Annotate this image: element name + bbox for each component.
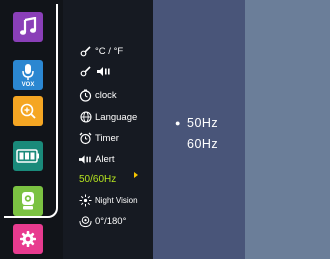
menu-item-camera-rotation[interactable]: 0°/180° bbox=[79, 214, 126, 228]
settings-app-button[interactable] bbox=[13, 224, 43, 254]
option-50hz[interactable]: ● 50Hz bbox=[175, 116, 219, 130]
menu-item-temperature-unit[interactable]: °C / °F bbox=[79, 44, 123, 58]
option-60hz[interactable]: 60Hz bbox=[187, 137, 218, 151]
menu-item-night-vision[interactable]: Night Vision bbox=[79, 193, 138, 207]
menu-item-label: Alert bbox=[95, 153, 115, 165]
battery-app-button[interactable] bbox=[13, 141, 43, 171]
menu-item-label: clock bbox=[95, 89, 117, 101]
camera-app-button[interactable] bbox=[13, 186, 43, 216]
selected-bullet-icon: ● bbox=[175, 118, 181, 128]
vox-app-button[interactable]: VOX bbox=[13, 60, 43, 90]
menu-item-label: 0°/180° bbox=[95, 215, 127, 227]
vox-label: VOX bbox=[21, 82, 35, 88]
gear-icon bbox=[20, 231, 36, 247]
settings-menu: °C / °F clock Language Timer Alert 50/60… bbox=[63, 0, 153, 259]
thermometer-sound-icon bbox=[79, 65, 92, 78]
menu-item-label: °C / °F bbox=[95, 45, 124, 57]
music-note-icon bbox=[20, 17, 37, 35]
menu-item-label: Timer bbox=[95, 132, 119, 144]
microphone-icon bbox=[22, 64, 34, 80]
menu-item-clock[interactable]: clock bbox=[79, 88, 117, 102]
battery-icon bbox=[16, 149, 39, 163]
clock-icon bbox=[79, 89, 92, 102]
globe-icon bbox=[79, 111, 92, 124]
speaker-icon bbox=[79, 153, 92, 166]
menu-item-label: 50/60Hz bbox=[79, 173, 117, 185]
menu-item-temperature-sound[interactable] bbox=[79, 64, 111, 78]
menu-item-label: Language bbox=[95, 111, 138, 123]
monitor-screen: VOX °C / °F clock Language Timer Alert 5… bbox=[0, 0, 330, 259]
menu-item-language[interactable]: Language bbox=[79, 110, 137, 124]
empty-side-panel bbox=[245, 0, 330, 259]
option-label: 60Hz bbox=[187, 137, 219, 151]
menu-item-label: Night Vision bbox=[95, 195, 138, 205]
zoom-in-icon bbox=[20, 103, 36, 119]
thermometer-icon bbox=[79, 45, 92, 58]
music-app-button[interactable] bbox=[13, 12, 43, 42]
night-vision-icon bbox=[79, 194, 92, 207]
menu-item-frequency[interactable]: 50/60Hz bbox=[79, 172, 116, 186]
alarm-icon bbox=[79, 132, 92, 145]
app-sidebar: VOX bbox=[0, 0, 63, 259]
zoom-app-button[interactable] bbox=[13, 96, 43, 126]
speaker-icon bbox=[97, 66, 111, 76]
baby-camera-icon bbox=[22, 192, 34, 210]
rotate-camera-icon bbox=[79, 215, 92, 228]
menu-item-timer[interactable]: Timer bbox=[79, 131, 119, 145]
selection-arrow-icon bbox=[134, 172, 138, 178]
option-label: 50Hz bbox=[187, 116, 219, 130]
frequency-options-panel: ● 50Hz 60Hz bbox=[153, 0, 245, 259]
menu-item-alert[interactable]: Alert bbox=[79, 152, 115, 166]
